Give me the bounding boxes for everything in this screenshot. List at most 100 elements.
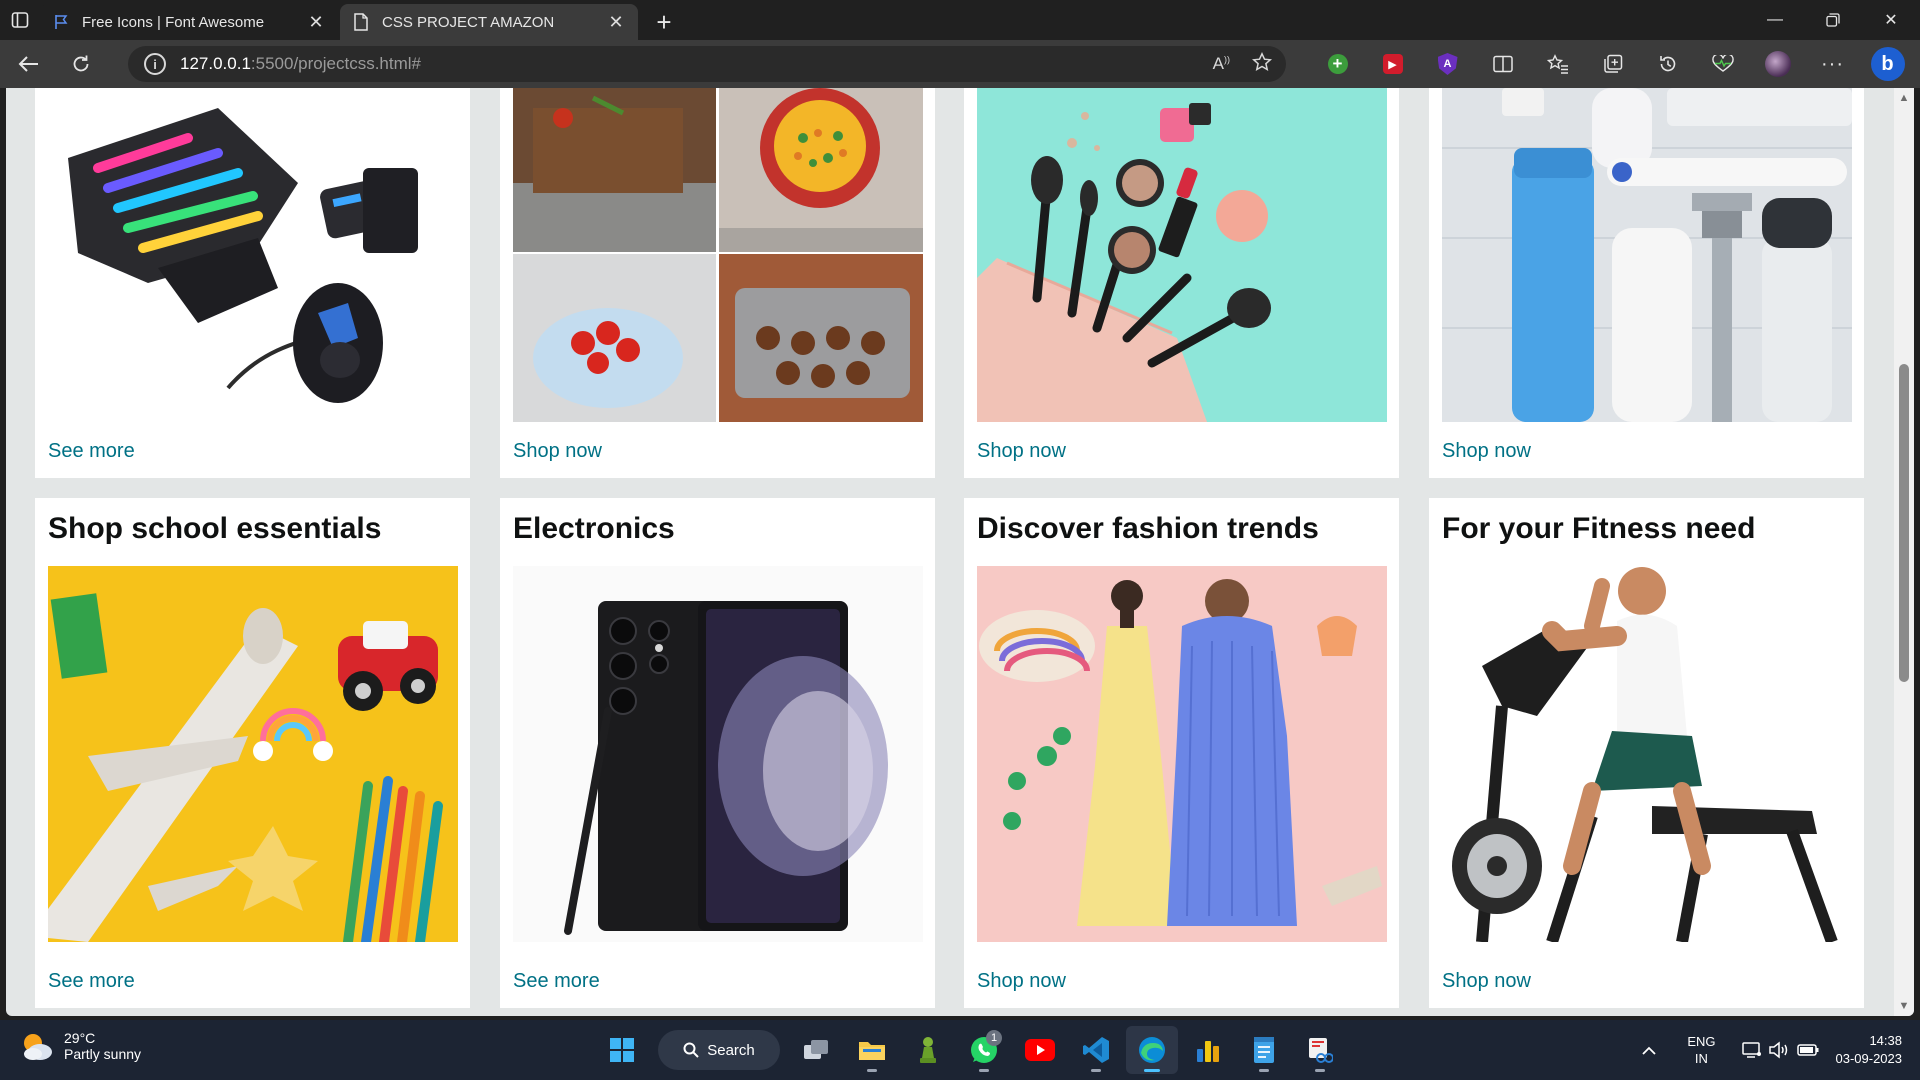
- language-line1: ENG: [1687, 1034, 1716, 1049]
- product-card-gaming: See more: [35, 88, 470, 478]
- favorites-icon[interactable]: [1530, 44, 1585, 84]
- shop-now-link[interactable]: Shop now: [1442, 970, 1531, 993]
- card-title: Electronics: [513, 512, 675, 545]
- refresh-icon[interactable]: [58, 44, 104, 84]
- close-icon[interactable]: ✕: [606, 12, 626, 32]
- file-explorer-icon[interactable]: [846, 1026, 898, 1074]
- url-host: 127.0.0.1: [180, 54, 251, 73]
- shop-now-link[interactable]: Shop now: [1442, 440, 1531, 463]
- card-title: For your Fitness need: [1442, 512, 1756, 545]
- start-windows-icon[interactable]: [596, 1026, 648, 1074]
- toolbar-icons: + ▶ A ··· b: [1310, 44, 1915, 84]
- card-title: Shop school essentials: [48, 512, 382, 545]
- flag-icon: [52, 13, 70, 31]
- search-label: Search: [707, 1041, 755, 1059]
- see-more-link[interactable]: See more: [48, 970, 135, 993]
- clock-time: 14:38: [1869, 1033, 1902, 1048]
- smartphone-image: [513, 566, 923, 942]
- shop-now-link[interactable]: Shop now: [977, 970, 1066, 993]
- see-more-link[interactable]: See more: [48, 440, 135, 463]
- see-more-link[interactable]: See more: [513, 970, 600, 993]
- close-window-icon[interactable]: ✕: [1862, 0, 1920, 40]
- shop-now-link[interactable]: Shop now: [513, 440, 602, 463]
- taskbar-search-button[interactable]: Search: [658, 1030, 780, 1070]
- weather-widget[interactable]: 29°C Partly sunny: [20, 1030, 141, 1062]
- taskbar-apps: Search 1: [596, 1026, 1346, 1074]
- address-bar-actions: A)): [1213, 46, 1273, 82]
- windows-taskbar: 29°C Partly sunny Search 1 ENG IN 14:38 …: [0, 1020, 1920, 1080]
- url-path: :5500/projectcss.html#: [250, 54, 421, 73]
- window-controls: — ✕: [1746, 0, 1920, 40]
- read-aloud-icon[interactable]: A)): [1213, 54, 1230, 74]
- weather-condition: Partly sunny: [64, 1046, 142, 1062]
- school-essentials-image: [48, 566, 458, 942]
- notepad-icon[interactable]: [1238, 1026, 1290, 1074]
- more-options-icon[interactable]: ···: [1805, 44, 1860, 84]
- weather-temperature: 29°C: [64, 1030, 96, 1046]
- page-icon: [352, 13, 370, 31]
- back-icon[interactable]: [6, 44, 52, 84]
- product-card-kitchen: Shop now: [500, 88, 935, 478]
- partly-sunny-icon: [20, 1031, 54, 1061]
- clock-date: 03-09-2023: [1835, 1051, 1903, 1066]
- battery-icon[interactable]: [1794, 1044, 1822, 1056]
- extension-shield-icon[interactable]: A: [1420, 44, 1475, 84]
- tab-css-project-amazon[interactable]: CSS PROJECT AMAZON ✕: [340, 4, 638, 40]
- tab-actions-icon[interactable]: [0, 0, 40, 40]
- browser-toolbar: i 127.0.0.1:5500/projectcss.html# A)) + …: [0, 40, 1920, 88]
- system-tray: ENG IN 14:38 03-09-2023: [1635, 1020, 1920, 1080]
- split-screen-icon[interactable]: [1475, 44, 1530, 84]
- edge-browser-icon[interactable]: [1126, 1026, 1178, 1074]
- favorite-star-icon[interactable]: [1251, 51, 1273, 77]
- card-title: Discover fashion trends: [977, 512, 1319, 545]
- extension-red-icon[interactable]: ▶: [1365, 44, 1420, 84]
- power-bi-icon[interactable]: [1182, 1026, 1234, 1074]
- product-card-electronics: Electronics See more: [500, 498, 935, 1008]
- browser-tab-strip: Free Icons | Font Awesome ✕ CSS PROJECT …: [0, 0, 1920, 40]
- scroll-down-icon[interactable]: ▼: [1898, 1000, 1910, 1012]
- restore-icon[interactable]: [1804, 0, 1862, 40]
- network-icon[interactable]: [1738, 1041, 1766, 1059]
- tab-title: Free Icons | Font Awesome: [82, 13, 265, 31]
- chess-icon[interactable]: [902, 1026, 954, 1074]
- shop-now-link[interactable]: Shop now: [977, 440, 1066, 463]
- snipping-tool-icon[interactable]: [1294, 1026, 1346, 1074]
- tab-title: CSS PROJECT AMAZON: [382, 13, 555, 31]
- fashion-image: [977, 566, 1387, 942]
- scrollbar-thumb[interactable]: [1899, 364, 1909, 682]
- minimize-icon[interactable]: —: [1746, 0, 1804, 40]
- collections-icon[interactable]: [1585, 44, 1640, 84]
- scroll-up-icon[interactable]: ▲: [1898, 92, 1910, 104]
- search-icon: [683, 1042, 699, 1058]
- volume-icon[interactable]: [1766, 1041, 1794, 1059]
- product-card-fashion: Discover fashion trends Shop now: [964, 498, 1399, 1008]
- product-card-beauty: Shop now: [964, 88, 1399, 478]
- language-line2: IN: [1694, 1051, 1708, 1066]
- personal-care-image: [1442, 88, 1852, 422]
- vscode-icon[interactable]: [1070, 1026, 1122, 1074]
- chevron-up-icon[interactable]: [1635, 1046, 1663, 1055]
- performance-icon[interactable]: [1695, 44, 1750, 84]
- profile-avatar[interactable]: [1750, 44, 1805, 84]
- vertical-scrollbar[interactable]: ▲ ▼: [1894, 88, 1914, 1016]
- close-icon[interactable]: ✕: [306, 12, 326, 32]
- system-clock[interactable]: 14:38 03-09-2023: [1836, 1032, 1903, 1068]
- address-bar[interactable]: i 127.0.0.1:5500/projectcss.html# A)): [128, 46, 1286, 82]
- site-info-icon[interactable]: i: [144, 53, 166, 75]
- language-indicator[interactable]: ENG IN: [1687, 1033, 1715, 1067]
- product-card-school: Shop school essentials See more: [35, 498, 470, 1008]
- bing-chat-icon[interactable]: b: [1860, 44, 1915, 84]
- new-tab-button[interactable]: +: [646, 4, 682, 40]
- history-icon[interactable]: [1640, 44, 1695, 84]
- notification-badge: 1: [986, 1030, 1002, 1046]
- whatsapp-icon[interactable]: 1: [958, 1026, 1010, 1074]
- kitchen-collage-image: [513, 88, 923, 422]
- extension-plus-icon[interactable]: +: [1310, 44, 1365, 84]
- gaming-keyboard-image: [48, 88, 458, 422]
- makeup-image: [977, 88, 1387, 422]
- youtube-icon[interactable]: [1014, 1026, 1066, 1074]
- product-card-personal-care: Shop now: [1429, 88, 1864, 478]
- product-card-fitness: For your Fitness need Shop now: [1429, 498, 1864, 1008]
- tab-font-awesome[interactable]: Free Icons | Font Awesome ✕: [40, 4, 338, 40]
- task-view-icon[interactable]: [790, 1026, 842, 1074]
